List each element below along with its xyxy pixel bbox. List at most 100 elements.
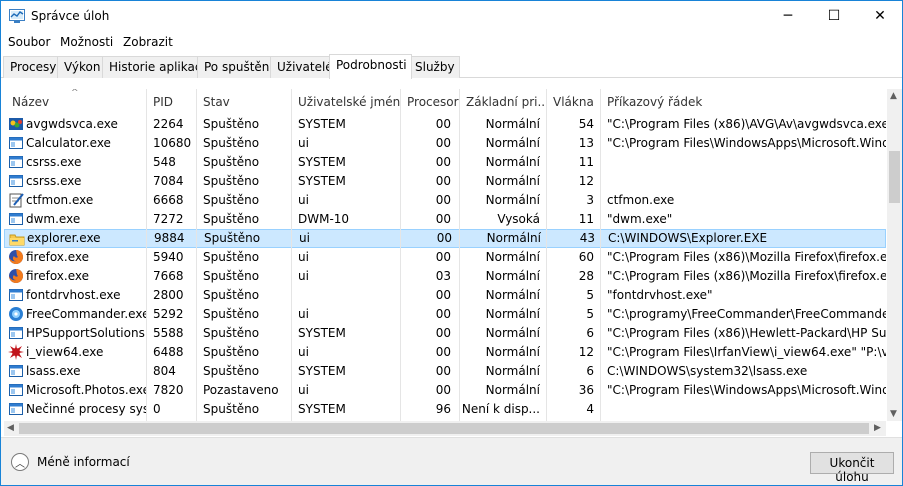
cell-threads: 13 — [578, 136, 594, 150]
table-row[interactable]: i_view64.exe 6488 Spuštěno ui 00 Normální 12 "C… — [4, 343, 886, 362]
table-row[interactable]: csrss.exe 7084 Spuštěno SYSTEM 00 Normální 12 — [4, 172, 886, 191]
cell-threads: 11 — [578, 155, 594, 169]
column-pid-header[interactable]: PID — [147, 89, 196, 115]
vertical-scrollbar[interactable]: ▲ ▼ — [887, 89, 902, 421]
tab-details[interactable]: Podrobnosti — [329, 54, 412, 79]
table-row[interactable]: Nečinné procesy sys... 0 Spuštěno SYSTEM 96 N… — [4, 400, 886, 419]
cell-threads: 6 — [586, 326, 594, 340]
table-row[interactable]: explorer.exe 9884 Spuštěno ui 00 Normální 43 C:… — [4, 229, 886, 248]
minimize-icon: ─ — [783, 8, 793, 24]
cell-cmd: "fontdrvhost.exe" — [607, 288, 713, 302]
tab-users[interactable]: Uživatelé — [270, 56, 338, 78]
tab-processes[interactable]: Procesy — [3, 56, 62, 78]
table-row[interactable]: avgwdsvca.exe 2264 Spuštěno SYSTEM 00 Normáln… — [4, 115, 886, 134]
end-task-button[interactable]: Ukončit úlohu — [810, 452, 894, 484]
scroll-right-icon[interactable]: ▶ — [874, 423, 881, 433]
column-separator[interactable] — [459, 89, 460, 421]
table-row[interactable]: FreeCommander.exe 5292 Spuštěno ui 00 Normáln… — [4, 305, 886, 324]
column-separator[interactable] — [400, 89, 401, 421]
horizontal-scroll-thumb[interactable] — [19, 423, 869, 434]
cell-cpu: 00 — [435, 364, 451, 378]
cell-pid: 7272 — [153, 212, 184, 226]
scroll-up-icon[interactable]: ▲ — [890, 91, 897, 101]
cell-user: SYSTEM — [298, 326, 346, 340]
cell-priority: Normální — [485, 383, 540, 397]
cell-threads: 28 — [578, 269, 594, 283]
column-name-header[interactable]: Název — [4, 89, 146, 115]
column-user-header[interactable]: Uživatelské jméno — [292, 89, 400, 115]
cell-cmd: "C:\Program Files\WindowsApps\Microsoft.… — [607, 383, 886, 397]
cell-cmd: C:\WINDOWS\system32\lsass.exe — [607, 364, 808, 378]
cell-priority: Normální — [485, 345, 540, 359]
cell-threads: 4 — [586, 402, 594, 416]
cell-cpu: 00 — [435, 288, 451, 302]
tab-app-history[interactable]: Historie aplikací — [102, 56, 210, 78]
column-separator[interactable] — [146, 89, 147, 421]
app-window-icon — [8, 211, 24, 227]
column-separator[interactable] — [546, 89, 547, 421]
cell-pid: 0 — [153, 402, 161, 416]
cell-status: Spuštěno — [203, 174, 260, 188]
cell-cpu: 00 — [435, 155, 451, 169]
cell-threads: 3 — [586, 193, 594, 207]
tab-startup[interactable]: Po spuštění — [197, 56, 278, 78]
less-info-toggle[interactable]: ︿ Méně informací — [11, 453, 130, 471]
tab-performance[interactable]: Výkon — [57, 56, 106, 78]
app-window-icon — [8, 287, 24, 303]
cell-status: Spuštěno — [203, 288, 260, 302]
table-row[interactable]: ctfmon.exe 6668 Spuštěno ui 00 Normální 3 ctfmo… — [4, 191, 886, 210]
table-row[interactable]: Calculator.exe 10680 Spuštěno ui 00 Normální 1… — [4, 134, 886, 153]
cell-pid: 6668 — [153, 193, 184, 207]
chevron-up-icon[interactable]: ︿ — [11, 453, 29, 471]
cell-priority: Normální — [485, 136, 540, 150]
vertical-scroll-thumb[interactable] — [889, 151, 900, 203]
table-row[interactable]: lsass.exe 804 Spuštěno SYSTEM 00 Normální 6 C:\… — [4, 362, 886, 381]
task-manager-window: Správce úloh ─ ☐ ✕ Soubor Možnosti Zobra… — [0, 0, 903, 486]
column-cmd-header[interactable]: Příkazový řádek — [601, 89, 886, 115]
column-priority-header[interactable]: Základní pri... — [460, 89, 546, 115]
cell-cpu: 00 — [435, 212, 451, 226]
irfanview-icon — [8, 344, 24, 360]
cell-pid: 7084 — [153, 174, 184, 188]
table-row[interactable]: firefox.exe 7668 Spuštěno ui 03 Normální 28 "C:… — [4, 267, 886, 286]
cell-cpu: 00 — [435, 117, 451, 131]
menu-view[interactable]: Zobrazit — [123, 35, 173, 49]
table-row[interactable]: fontdrvhost.exe 2800 Spuštěno 00 Normální 5 "f… — [4, 286, 886, 305]
cell-cpu: 00 — [435, 326, 451, 340]
cell-cpu: 00 — [436, 231, 452, 245]
column-threads-header[interactable]: Vlákna — [547, 89, 600, 115]
horizontal-scrollbar[interactable]: ◀ ▶ — [4, 421, 886, 436]
menu-file[interactable]: Soubor — [8, 35, 50, 49]
scroll-down-icon[interactable]: ▼ — [890, 409, 897, 419]
table-row[interactable]: firefox.exe 5940 Spuštěno ui 00 Normální 60 "C:… — [4, 248, 886, 267]
column-separator[interactable] — [291, 89, 292, 421]
column-separator[interactable] — [196, 89, 197, 421]
cell-cmd: C:\WINDOWS\Explorer.EXE — [608, 231, 768, 245]
scroll-left-icon[interactable]: ◀ — [7, 423, 14, 433]
cell-cmd: "C:\Program Files\WindowsApps\Microsoft.… — [607, 136, 886, 150]
column-separator[interactable] — [600, 89, 601, 421]
footer: ︿ Méně informací Ukončit úlohu — [1, 437, 902, 485]
table-row[interactable]: Microsoft.Photos.exe 7820 Pozastaveno ui 00 N… — [4, 381, 886, 400]
title-bar[interactable]: Správce úloh ─ ☐ ✕ — [1, 1, 902, 31]
cell-cmd: "dwm.exe" — [607, 212, 673, 226]
column-cpu-header[interactable]: Procesor — [401, 89, 459, 115]
cell-priority: Není k disp... — [461, 402, 540, 416]
close-button[interactable]: ✕ — [857, 1, 903, 31]
cell-user: SYSTEM — [298, 402, 346, 416]
maximize-button[interactable]: ☐ — [811, 1, 857, 31]
cell-threads: 5 — [586, 307, 594, 321]
cell-status: Spuštěno — [203, 345, 260, 359]
menu-options[interactable]: Možnosti — [60, 35, 113, 49]
folder-icon — [9, 231, 25, 247]
table-row[interactable]: HPSupportSolutions... 5588 Spuštěno SYSTEM 0… — [4, 324, 886, 343]
table-row[interactable]: csrss.exe 548 Spuštěno SYSTEM 00 Normální 11 — [4, 153, 886, 172]
cell-priority: Normální — [485, 326, 540, 340]
minimize-button[interactable]: ─ — [765, 1, 811, 31]
tab-services[interactable]: Služby — [408, 56, 460, 78]
cell-cpu: 00 — [435, 193, 451, 207]
cell-pid: 2264 — [153, 117, 184, 131]
cell-pid: 7668 — [153, 269, 184, 283]
table-row[interactable]: dwm.exe 7272 Spuštěno DWM-10 00 Vysoká 11 "dwm.… — [4, 210, 886, 229]
column-status-header[interactable]: Stav — [197, 89, 291, 115]
